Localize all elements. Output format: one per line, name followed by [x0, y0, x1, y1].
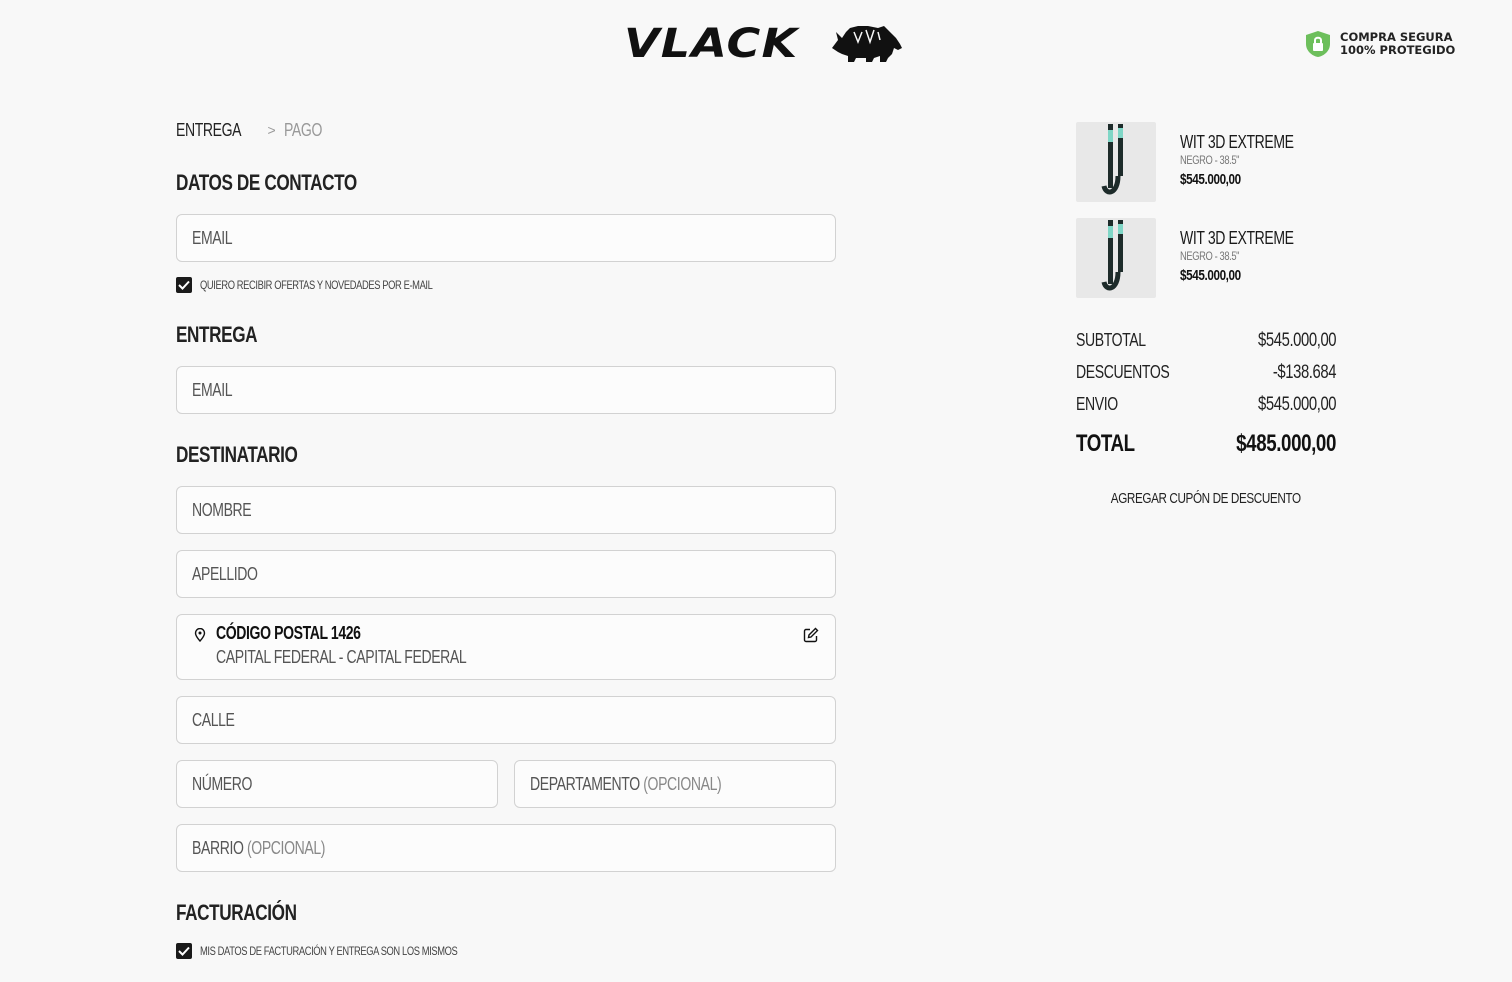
item-variant: NEGRO - 38.5"	[1180, 249, 1240, 263]
postal-code-location: CAPITAL FEDERAL - CAPITAL FEDERAL	[216, 647, 467, 667]
total-row: TOTAL $485.000,00	[1076, 430, 1336, 460]
rhino-icon	[832, 26, 902, 62]
shipping-value: $545.000,00	[1257, 394, 1337, 415]
item-name: WIT 3D EXTREME	[1180, 132, 1294, 152]
shipping-label: ENVIO	[1076, 394, 1118, 414]
edit-icon[interactable]	[803, 627, 819, 643]
contact-section-title: DATOS DE CONTACTO	[176, 170, 357, 195]
recipient-section-title: DESTINATARIO	[176, 442, 298, 467]
contact-email-input[interactable]: EMAIL	[176, 214, 836, 262]
vlack-logo[interactable]: VLACK	[624, 21, 904, 67]
newsletter-label: QUIERO RECIBIR OFERTAS Y NOVEDADES POR E…	[200, 278, 433, 292]
apartment-input[interactable]: DEPARTAMENTO (OPCIONAL)	[514, 760, 836, 808]
site-header: VLACK COMPRA SEGURA 100% PROTEGIDO	[0, 0, 1512, 90]
neighborhood-input[interactable]: BARRIO (OPCIONAL)	[176, 824, 836, 872]
total-value: $485.000,00	[1236, 430, 1336, 457]
item-name: WIT 3D EXTREME	[1180, 228, 1294, 248]
billing-section-title: FACTURACIÓN	[176, 900, 297, 925]
discounts-value: -$138.684	[1272, 362, 1337, 383]
subtotal-label: SUBTOTAL	[1076, 330, 1146, 350]
billing-same-checkbox-row[interactable]: MIS DATOS DE FACTURACIÓN Y ENTREGA SON L…	[176, 943, 530, 959]
breadcrumb-pago[interactable]: PAGO	[284, 120, 322, 141]
newsletter-checkbox-row[interactable]: QUIERO RECIBIR OFERTAS Y NOVEDADES POR E…	[176, 277, 498, 293]
subtotal-value: $545.000,00	[1257, 330, 1337, 351]
product-thumbnail	[1076, 122, 1156, 202]
last-name-input[interactable]: APELLIDO	[176, 550, 836, 598]
add-coupon-link[interactable]: AGREGAR CUPÓN DE DESCUENTO	[1076, 490, 1336, 507]
logo-wordmark: VLACK	[624, 21, 799, 67]
shipping-row: ENVIO $545.000,00	[1076, 394, 1336, 418]
location-pin-icon	[194, 628, 206, 642]
item-price: $545.000,00	[1180, 171, 1241, 188]
subtotal-row: SUBTOTAL $545.000,00	[1076, 330, 1336, 354]
postal-code-title: CÓDIGO POSTAL 1426	[216, 623, 361, 643]
delivery-section-title: ENTREGA	[176, 322, 258, 347]
first-name-input[interactable]: NOMBRE	[176, 486, 836, 534]
billing-same-checkbox[interactable]	[176, 943, 192, 959]
breadcrumb-separator: >	[267, 122, 276, 138]
delivery-email-input[interactable]: EMAIL	[176, 366, 836, 414]
discounts-label: DESCUENTOS	[1076, 362, 1170, 382]
breadcrumb-entrega[interactable]: ENTREGA	[176, 120, 242, 141]
item-variant: NEGRO - 38.5"	[1180, 153, 1240, 167]
cart-item: WIT 3D EXTREME NEGRO - 38.5" $545.000,00	[1076, 218, 1336, 298]
cart-item: WIT 3D EXTREME NEGRO - 38.5" $545.000,00	[1076, 122, 1336, 202]
billing-same-label: MIS DATOS DE FACTURACIÓN Y ENTREGA SON L…	[200, 944, 458, 958]
product-thumbnail	[1076, 218, 1156, 298]
breadcrumb: ENTREGA > PAGO	[176, 118, 332, 142]
newsletter-checkbox[interactable]	[176, 277, 192, 293]
total-label: TOTAL	[1076, 430, 1135, 457]
street-input[interactable]: CALLE	[176, 696, 836, 744]
item-price: $545.000,00	[1180, 267, 1241, 284]
postal-code-card: CÓDIGO POSTAL 1426 CAPITAL FEDERAL - CAP…	[176, 614, 836, 680]
number-input[interactable]: NÚMERO	[176, 760, 498, 808]
discounts-row: DESCUENTOS -$138.684	[1076, 362, 1336, 386]
shield-lock-icon	[1306, 31, 1330, 57]
secure-line-2: 100% PROTEGIDO	[1340, 43, 1456, 57]
secure-purchase-badge: COMPRA SEGURA 100% PROTEGIDO	[1304, 30, 1455, 58]
